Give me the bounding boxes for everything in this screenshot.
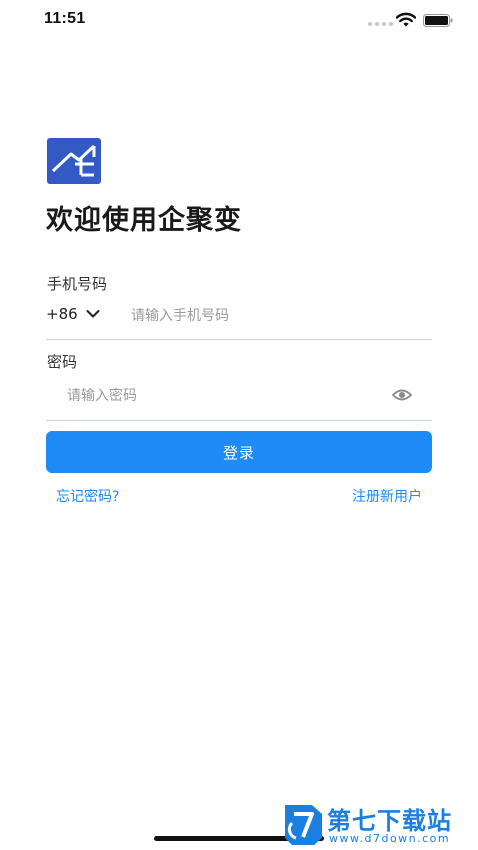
country-code-value: +86 bbox=[46, 305, 78, 323]
phone-input[interactable] bbox=[131, 303, 421, 329]
password-divider bbox=[46, 420, 432, 421]
logo-house-icon bbox=[47, 138, 101, 184]
password-input[interactable] bbox=[67, 383, 377, 409]
watermark-logo-icon bbox=[285, 805, 322, 845]
watermark: 第七下载站 www.d7down.com bbox=[282, 800, 478, 850]
country-code-selector[interactable]: +86 bbox=[46, 305, 100, 323]
welcome-title: 欢迎使用企聚变 bbox=[46, 205, 242, 236]
password-label: 密码 bbox=[47, 353, 78, 371]
watermark-title: 第七下载站 bbox=[327, 807, 452, 835]
phone-label: 手机号码 bbox=[47, 275, 108, 293]
watermark-url: www.d7down.com bbox=[329, 832, 451, 845]
wifi-icon bbox=[396, 12, 416, 27]
status-bar: 11:51 bbox=[0, 0, 478, 44]
chevron-down-icon bbox=[86, 310, 100, 318]
register-link[interactable]: 注册新用户 bbox=[352, 486, 422, 506]
battery-icon bbox=[423, 14, 453, 27]
eye-icon[interactable] bbox=[392, 387, 412, 403]
cellular-signal-icon bbox=[368, 22, 393, 26]
login-button[interactable]: 登录 bbox=[46, 431, 432, 473]
status-time: 11:51 bbox=[44, 10, 86, 27]
phone-divider bbox=[46, 339, 432, 340]
forgot-password-link[interactable]: 忘记密码? bbox=[56, 486, 119, 506]
